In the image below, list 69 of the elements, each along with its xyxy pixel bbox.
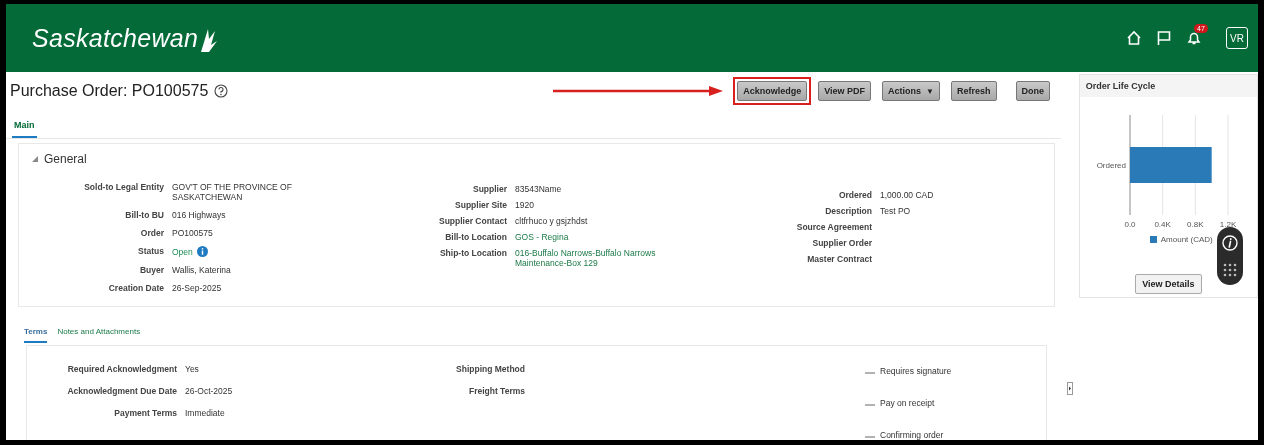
field-label: Ship-to Location bbox=[438, 248, 507, 261]
help-icon[interactable] bbox=[214, 84, 229, 99]
toolbar-button[interactable]: Acknowledge bbox=[737, 81, 808, 102]
field-value: GOV'T OF THE PROVINCE OF SASKATCHEWAN bbox=[172, 182, 293, 203]
field-label: Ordered bbox=[837, 190, 872, 201]
field-label: Order bbox=[139, 228, 164, 239]
home-icon[interactable] bbox=[1126, 30, 1142, 46]
field-value: 26-Sep-2025 bbox=[172, 283, 222, 294]
field-value: PO100575 bbox=[172, 228, 213, 239]
field-label: Acknowledgment Due Date bbox=[66, 386, 177, 396]
section-title: General bbox=[44, 152, 87, 167]
toolbar-button[interactable]: Refresh bbox=[951, 81, 997, 102]
tick-label: 0.8K bbox=[1186, 220, 1204, 229]
collapse-triangle-icon[interactable] bbox=[31, 155, 39, 164]
flag-label: Pay on receipt bbox=[880, 398, 935, 408]
field-label: Description bbox=[824, 206, 872, 217]
help-widget[interactable] bbox=[1217, 227, 1243, 285]
flag-label: Requires signature bbox=[880, 366, 952, 376]
tick-label: 0.4K bbox=[1154, 220, 1171, 229]
field-label: Buyer bbox=[138, 265, 164, 276]
user-avatar[interactable]: VR bbox=[1226, 27, 1248, 49]
logo[interactable]: Saskatchewan bbox=[32, 23, 199, 53]
field-value: Yes bbox=[185, 364, 200, 374]
field-value: Wallis, Katerina bbox=[172, 265, 231, 276]
location-link[interactable]: GOS - Regina bbox=[515, 232, 569, 243]
field-value: 1,000.00 CAD bbox=[880, 190, 934, 201]
toolbar-button[interactable]: View PDF bbox=[818, 81, 872, 102]
field-value: 83543Name bbox=[515, 184, 562, 195]
field-label: Source Agreement bbox=[795, 222, 872, 233]
tick-label: 1.2K bbox=[1219, 220, 1236, 229]
keypad-icon[interactable] bbox=[1223, 263, 1237, 277]
field-label: Payment Terms bbox=[113, 408, 177, 418]
actions-menu-button[interactable]: Actions ▼ bbox=[882, 81, 940, 102]
field-value: cltfrhuco y gsjzhdst bbox=[515, 216, 588, 227]
field-label: Master Contract bbox=[806, 254, 872, 265]
field-label: Creation Date bbox=[107, 283, 164, 294]
field-value: Immediate bbox=[185, 408, 226, 418]
toolbar-button[interactable]: Done bbox=[1015, 81, 1050, 102]
field-label: Bill-to BU bbox=[124, 210, 164, 221]
tab[interactable]: Terms bbox=[24, 325, 48, 343]
expand-panel-handle[interactable] bbox=[1066, 382, 1073, 395]
field-label: Supplier Site bbox=[454, 200, 507, 211]
legend-label: Amount (CAD) bbox=[1160, 235, 1213, 244]
field-label: Shipping Method bbox=[456, 364, 525, 374]
status-value: Open bbox=[172, 246, 193, 257]
field-value: 1920 bbox=[515, 200, 534, 211]
flag-icon[interactable] bbox=[1156, 30, 1172, 46]
field-label: Supplier Contact bbox=[438, 216, 507, 227]
category-label: Ordered bbox=[1096, 161, 1126, 170]
field-label: Status bbox=[137, 246, 164, 258]
tab[interactable]: Notes and Attachments bbox=[57, 325, 141, 343]
location-link[interactable]: 016-Buffalo Narrows-Buffalo Narrows Maintenance-Box 129 bbox=[515, 248, 665, 269]
notifications-icon[interactable] bbox=[1186, 30, 1202, 46]
field-label: Bill-to Location bbox=[444, 232, 507, 243]
page-title: Purchase Order: PO100575 bbox=[10, 82, 209, 101]
view-details-button[interactable]: View Details bbox=[1135, 274, 1202, 294]
field-label: Required Acknowledgment bbox=[66, 364, 177, 374]
panel-title: Order Life Cycle bbox=[1079, 75, 1257, 97]
info-icon[interactable] bbox=[1222, 235, 1238, 251]
tick-label: 0.0 bbox=[1124, 220, 1136, 229]
field-value: 26-Oct-2025 bbox=[185, 386, 234, 396]
flag-label: Confirming order bbox=[880, 430, 944, 440]
field-label: Supplier Order bbox=[811, 238, 872, 249]
field-label: Freight Terms bbox=[468, 386, 525, 396]
field-value: 016 Highways bbox=[172, 210, 226, 221]
field-label: Sold-to Legal Entity bbox=[83, 182, 164, 195]
tab[interactable]: Main bbox=[12, 110, 37, 139]
field-value: Test PO bbox=[880, 206, 911, 217]
field-label: Supplier bbox=[472, 184, 507, 195]
